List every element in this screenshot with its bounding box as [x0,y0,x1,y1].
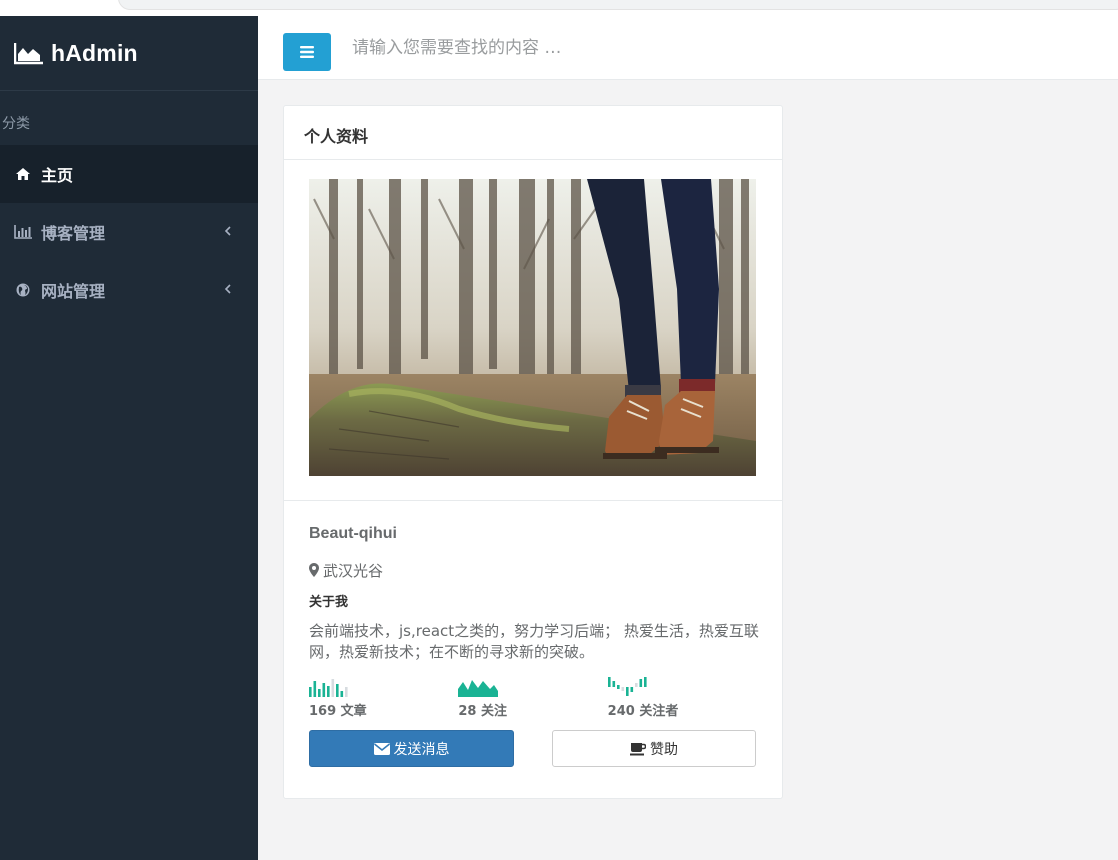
sidebar-item-label: 网站管理 [41,282,106,301]
location: 武汉光谷 [309,559,757,581]
chevron-left-icon [224,284,231,294]
sidebar: hAdmin 分类 主页 博客管理 网站管理 [0,16,258,860]
main-content: 个人资料 Beaut-qihui 武汉光谷 关于我 会前端技术，js,react… [258,80,1118,860]
send-message-button[interactable]: 发送消息 [309,730,514,767]
menu-toggle-button[interactable] [283,33,331,71]
bar-sparkline-icon [309,679,348,697]
map-marker-icon [309,563,319,577]
stat-label: 28 关注 [458,704,507,719]
profile-details: Beaut-qihui 武汉光谷 关于我 会前端技术，js,react之类的，努… [284,501,782,767]
stat-following: 28 关注 [458,677,607,719]
top-navbar [258,16,1118,80]
stat-articles: 169 文章 [309,677,458,719]
sidebar-item-home[interactable]: 主页 [0,145,258,203]
profile-photo [309,179,756,476]
search-input[interactable] [342,30,842,66]
stat-label: 169 文章 [309,704,367,719]
nav-section-header: 分类 [2,116,30,132]
stat-label: 240 关注者 [607,704,679,719]
sponsor-label: 赞助 [650,741,678,758]
brand-name: hAdmin [51,39,138,66]
sponsor-button[interactable]: 赞助 [552,730,756,767]
browser-address-strip [0,0,1118,16]
sidebar-item-blog-management[interactable]: 博客管理 [0,203,258,261]
area-sparkline-icon [458,680,499,697]
sidebar-item-label: 博客管理 [41,224,106,243]
globe-icon [14,282,32,298]
card-title: 个人资料 [284,106,782,160]
action-buttons: 发送消息 赞助 [309,730,757,767]
coffee-icon [630,742,646,755]
address-bar[interactable] [118,0,1118,10]
sidebar-item-label: 主页 [41,166,74,185]
location-text: 武汉光谷 [323,561,384,580]
send-message-label: 发送消息 [393,741,450,758]
area-chart-icon [14,43,43,65]
hamburger-icon [300,46,314,58]
bar-chart-icon [14,224,32,240]
envelope-icon [373,742,390,755]
sidebar-item-site-management[interactable]: 网站管理 [0,261,258,319]
about-text: 会前端技术，js,react之类的，努力学习后端； 热爱生活，热爱互联网，热爱新… [309,622,759,661]
photo-container [284,160,782,501]
profile-name: Beaut-qihui [309,525,397,542]
about-title: 关于我 [309,595,349,610]
bar-sparkline-icon [607,677,647,696]
stat-followers: 240 关注者 [607,677,757,719]
profile-card: 个人资料 Beaut-qihui 武汉光谷 关于我 会前端技术，js,react… [283,105,783,799]
brand[interactable]: hAdmin [0,16,258,91]
home-icon [14,166,32,182]
stats-row: 169 文章 28 关注 240 关注者 [309,677,757,719]
chevron-left-icon [224,226,231,236]
